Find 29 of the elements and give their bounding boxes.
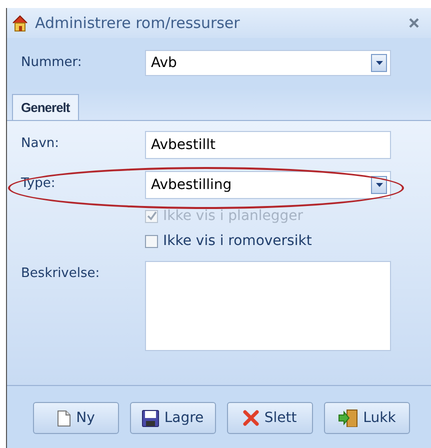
field-label: Nummer: <box>21 54 83 70</box>
door-exit-icon <box>338 409 358 427</box>
new-button[interactable]: Ny <box>33 402 119 434</box>
caret-icon <box>376 61 382 65</box>
close-icon <box>409 18 419 28</box>
dropdown-button[interactable] <box>371 176 387 194</box>
house-icon <box>11 14 29 32</box>
field-value: Avbestillt <box>151 137 216 153</box>
field-value: Avb <box>151 55 178 71</box>
document-icon <box>57 410 72 426</box>
tab[interactable]: Generelt <box>12 94 79 120</box>
dropdown-button[interactable] <box>371 54 387 72</box>
checkbox-label: Ikke vis i planlegger <box>163 208 304 224</box>
close-button[interactable]: Lukk <box>324 402 410 434</box>
description-field[interactable] <box>145 261 391 351</box>
window-title: Administrere rom/ressurser <box>35 14 241 32</box>
dropdown-field[interactable]: Avb <box>145 50 391 76</box>
save-button[interactable]: Lagre <box>130 402 216 434</box>
checkbox[interactable] <box>145 234 158 248</box>
dropdown-field[interactable]: Avbestilling <box>145 171 391 199</box>
text-field[interactable]: Avbestillt <box>145 131 391 159</box>
delete-button[interactable]: Slett <box>227 402 313 434</box>
x-icon <box>243 410 260 426</box>
field-label: Navn: <box>21 135 60 151</box>
caret-icon <box>376 183 382 187</box>
field-value: Avbestilling <box>151 177 233 193</box>
checkbox-label: Ikke vis i romoversikt <box>163 233 312 249</box>
field-label: Beskrivelse: <box>21 265 101 281</box>
field-label: Type: <box>21 175 56 191</box>
